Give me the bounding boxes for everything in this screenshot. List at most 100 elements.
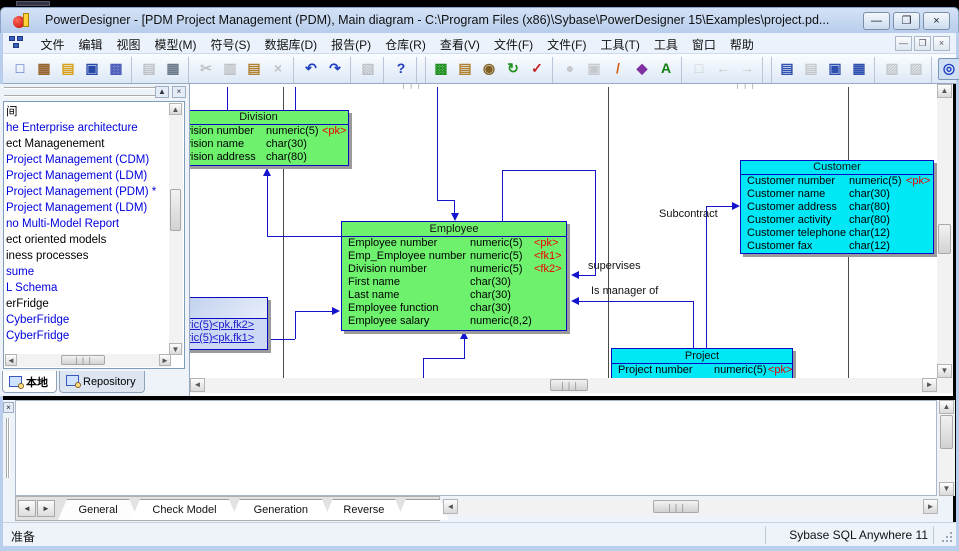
scroll-left-button[interactable]: ◄ — [443, 499, 458, 514]
properties-icon[interactable]: ▧ — [357, 58, 379, 80]
paste-icon[interactable]: ▤ — [243, 58, 265, 80]
table-customer[interactable]: CustomerCustomer numbernumeric(5)<pk> Cus… — [740, 160, 934, 254]
restore-button[interactable]: ❐ — [893, 12, 920, 30]
table-column-row[interactable]: Employee salarynumeric(8,2) — [342, 315, 566, 328]
menu-item-14[interactable]: 窗口 — [685, 33, 723, 54]
relationship-line[interactable] — [295, 87, 296, 110]
mdi-child-icon[interactable] — [9, 36, 25, 50]
menu-item-2[interactable]: 编辑 — [71, 33, 109, 54]
canvas-horizontal-scrollbar[interactable]: ◄ ❘❘❘ ► — [190, 378, 937, 393]
refresh-icon[interactable]: ↻ — [502, 58, 524, 80]
font-icon[interactable]: A — [655, 58, 677, 80]
panel-grip[interactable] — [4, 87, 156, 97]
canvas-vertical-scrollbar[interactable]: ▲ ▼ — [937, 84, 953, 378]
table-division[interactable]: DivisionDivision numbernumeric(5)<pk> Div… — [168, 110, 349, 166]
tree-item[interactable]: sume — [6, 264, 170, 280]
relationship-label-subcontract[interactable]: Subcontract — [659, 208, 718, 220]
scroll-down-button[interactable]: ▼ — [937, 364, 952, 378]
tree-item[interactable]: Project Management (PDM) * — [6, 184, 170, 200]
tree-item[interactable]: ect oriented models — [6, 232, 170, 248]
shape-icon[interactable]: ● — [559, 58, 581, 80]
relationship-line[interactable] — [423, 358, 424, 378]
relationship-line[interactable] — [454, 200, 455, 214]
table-column-row[interactable]: Customer numbernumeric(5)<pk> — [741, 175, 933, 188]
relationship-line[interactable] — [267, 175, 268, 236]
tree-item[interactable]: L Schema — [6, 280, 170, 296]
table-column-row[interactable]: Project numbernumeric(5)<pk> — [612, 364, 792, 377]
delete-icon[interactable]: × — [267, 58, 289, 80]
relationship-line[interactable] — [437, 200, 455, 201]
scroll-up-button[interactable]: ▲ — [939, 400, 954, 414]
output-tab-reverse[interactable]: Reverse — [324, 499, 404, 520]
zoom-window-icon[interactable]: ◎ — [938, 58, 959, 80]
browser-tab-Repository[interactable]: Repository — [59, 371, 145, 393]
output-horizontal-scrollbar[interactable]: ◄ ❘❘❘ ► — [443, 499, 938, 515]
tree-horizontal-scrollbar[interactable]: ◄ ❘❘❘ ► — [5, 354, 171, 367]
menu-item-12[interactable]: 工具(T) — [594, 33, 647, 54]
mdi-restore-button[interactable]: ❐ — [914, 36, 931, 51]
scroll-left-button[interactable]: ◄ — [5, 354, 17, 366]
grid-icon[interactable]: ▣ — [583, 58, 605, 80]
output-close-button[interactable]: × — [3, 402, 14, 413]
paste-as-icon[interactable]: ▤ — [454, 58, 476, 80]
menu-item-8[interactable]: 仓库(R) — [378, 33, 433, 54]
table-column-row[interactable]: Division numbernumeric(5)<fk2> — [342, 263, 566, 276]
relationship-line[interactable] — [267, 236, 341, 237]
output-content[interactable] — [15, 400, 937, 496]
output-tab-check-model[interactable]: Check Model — [131, 499, 238, 520]
tree-item[interactable]: Project Management (CDM) — [6, 152, 170, 168]
output-tab-general[interactable]: General — [58, 499, 138, 520]
print-icon[interactable]: ▦ — [162, 58, 184, 80]
tab-scroll-right-button[interactable]: ► — [37, 500, 55, 517]
relationship-line[interactable] — [464, 338, 465, 358]
menu-item-13[interactable]: 工具 — [647, 33, 685, 54]
minimize-button[interactable]: — — [863, 12, 890, 30]
menu-item-3[interactable]: 视图 — [109, 33, 147, 54]
tree-item[interactable]: ect Managenement — [6, 136, 170, 152]
tree-item[interactable]: Project Management (LDM) — [6, 168, 170, 184]
tree-item[interactable]: CyberFridge — [6, 312, 170, 328]
help-icon[interactable]: ? — [390, 58, 412, 80]
tree-item[interactable]: erFridge — [6, 296, 170, 312]
browser-tab-本地[interactable]: 本地 — [2, 371, 57, 393]
print-preview-icon[interactable]: ▤ — [138, 58, 160, 80]
scroll-left-button[interactable]: ◄ — [190, 378, 205, 392]
undo-icon[interactable]: ↶ — [300, 58, 322, 80]
fill-color-icon[interactable]: ◆ — [631, 58, 653, 80]
windows-icon[interactable]: ▦ — [848, 58, 870, 80]
menu-item-10[interactable]: 文件(F) — [487, 33, 540, 54]
scroll-thumb[interactable]: ❘❘❘ — [550, 379, 588, 391]
relationship-line[interactable] — [693, 301, 694, 348]
relationship-line[interactable] — [502, 170, 595, 171]
table-header[interactable]: Customer — [741, 161, 933, 175]
find-objects-icon[interactable]: ◉ — [478, 58, 500, 80]
menu-item-7[interactable]: 报告(P) — [324, 33, 378, 54]
forward-icon[interactable]: → — [736, 58, 758, 80]
menu-item-5[interactable]: 符号(S) — [204, 33, 258, 54]
table-header[interactable]: Project — [612, 349, 792, 364]
redo-icon[interactable]: ↷ — [324, 58, 346, 80]
relationship-line[interactable] — [437, 87, 438, 200]
resize-grip[interactable] — [940, 530, 952, 542]
scroll-thumb[interactable] — [938, 224, 951, 254]
menu-item-11[interactable]: 文件(F) — [540, 33, 593, 54]
tree-item[interactable]: iness processes — [6, 248, 170, 264]
relationship-line[interactable] — [706, 206, 707, 348]
title-bar[interactable]: PowerDesigner - [PDM Project Management … — [0, 7, 959, 33]
table-column-row[interactable]: Employee functionchar(30) — [342, 302, 566, 315]
table-header[interactable]: Division — [169, 111, 348, 125]
save-all-icon[interactable]: ▩ — [105, 58, 127, 80]
relationship-line[interactable] — [706, 206, 733, 207]
tree-item[interactable]: no Multi-Model Report — [6, 216, 170, 232]
scroll-up-button[interactable]: ▲ — [169, 103, 182, 115]
table-column-row[interactable]: Division numbernumeric(5)<pk> — [169, 125, 348, 138]
table-employee[interactable]: EmployeeEmployee numbernumeric(5)<pk>Emp… — [341, 221, 567, 331]
table-column-row[interactable]: Customer telephonechar(12) — [741, 227, 933, 240]
mdi-close-button[interactable]: × — [933, 36, 950, 51]
pane-icon[interactable]: ▨ — [881, 58, 903, 80]
output-grip[interactable] — [6, 418, 10, 478]
table-column-row[interactable]: Division addresschar(80) — [169, 151, 348, 164]
new-model-icon[interactable]: ▩ — [430, 58, 452, 80]
scroll-down-button[interactable]: ▼ — [939, 482, 954, 496]
relationship-line[interactable] — [295, 311, 333, 312]
